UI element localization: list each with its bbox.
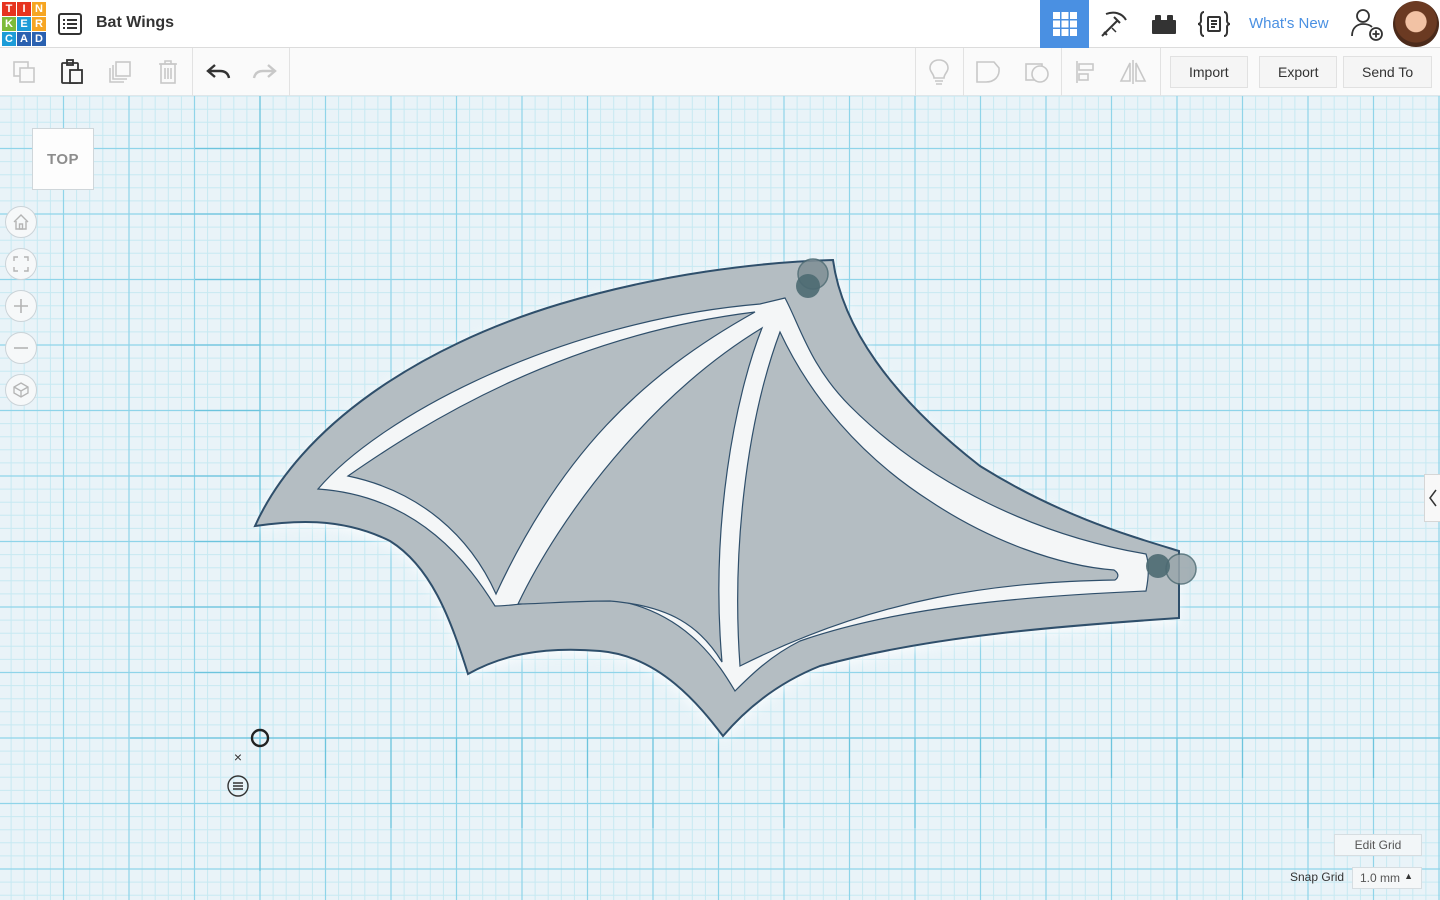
design-title[interactable]: Bat Wings: [96, 14, 174, 32]
whats-new-link[interactable]: What's New: [1249, 15, 1329, 32]
logo-letter: E: [17, 17, 31, 31]
fit-view-button[interactable]: [5, 248, 37, 280]
close-icon[interactable]: ×: [229, 748, 247, 766]
workplane-icon[interactable]: [1013, 48, 1061, 96]
logo-letter: R: [32, 17, 46, 31]
export-button[interactable]: Export: [1259, 56, 1338, 88]
light-bulb-icon[interactable]: [915, 48, 963, 96]
chevron-left-icon: [1428, 489, 1437, 507]
edit-grid-button[interactable]: Edit Grid: [1334, 834, 1422, 856]
pickaxe-icon[interactable]: [1090, 0, 1138, 48]
undo-icon[interactable]: [194, 48, 242, 96]
zoom-in-button[interactable]: [5, 290, 37, 322]
logo-letter: D: [32, 32, 46, 46]
zoom-in-icon: [14, 299, 28, 313]
logo-letter: I: [17, 2, 31, 16]
redo-icon[interactable]: [241, 48, 289, 96]
logo-letter: K: [2, 17, 16, 31]
logo-letter: C: [2, 32, 16, 46]
bat-wing-shape[interactable]: [253, 258, 1197, 740]
top-header: TINKERCAD Bat Wings What's New: [0, 0, 1440, 48]
snap-grid-select[interactable]: 1.0 mm ▲: [1352, 867, 1422, 889]
delete-icon[interactable]: [144, 48, 192, 96]
perspective-button[interactable]: [5, 374, 37, 406]
view-cube[interactable]: TOP: [32, 128, 94, 190]
zoom-out-button[interactable]: [5, 332, 37, 364]
caret-up-icon: ▲: [1404, 871, 1413, 881]
home-icon: [13, 214, 29, 230]
workplane-canvas[interactable]: TOP × Edit Grid Snap Grid 1.0 mm ▲: [0, 96, 1440, 900]
send-to-button[interactable]: Send To: [1343, 56, 1433, 88]
copy-icon[interactable]: [0, 48, 48, 96]
edit-toolbar: Import Export Send To: [0, 48, 1440, 96]
import-button[interactable]: Import: [1170, 56, 1248, 88]
3d-view-grid-icon[interactable]: [1040, 0, 1089, 48]
tinkercad-logo[interactable]: TIN KER CAD: [2, 2, 46, 46]
align-icon[interactable]: [1062, 48, 1110, 96]
note-icon[interactable]: [964, 48, 1012, 96]
logo-letter: T: [2, 2, 16, 16]
shapes-panel-toggle[interactable]: [1424, 474, 1440, 522]
user-avatar[interactable]: [1393, 1, 1439, 47]
home-view-button[interactable]: [5, 206, 37, 238]
logo-letter: A: [17, 32, 31, 46]
codeblocks-icon[interactable]: [1190, 0, 1238, 48]
duplicate-icon[interactable]: [96, 48, 144, 96]
hinge-pin-tip[interactable]: [1165, 553, 1197, 585]
invite-user-icon[interactable]: [1342, 0, 1390, 48]
logo-letter: N: [32, 2, 46, 16]
mirror-icon[interactable]: [1109, 48, 1157, 96]
zoom-out-icon: [14, 347, 28, 349]
snap-grid-value: 1.0 mm: [1360, 871, 1401, 885]
design-list-icon[interactable]: [58, 12, 82, 36]
workplane-menu-icon[interactable]: [227, 775, 249, 797]
paste-icon[interactable]: [48, 48, 96, 96]
perspective-icon: [13, 382, 29, 398]
snap-grid-label: Snap Grid: [1290, 870, 1345, 884]
fit-view-icon: [13, 256, 29, 272]
bricks-icon[interactable]: [1140, 0, 1188, 48]
